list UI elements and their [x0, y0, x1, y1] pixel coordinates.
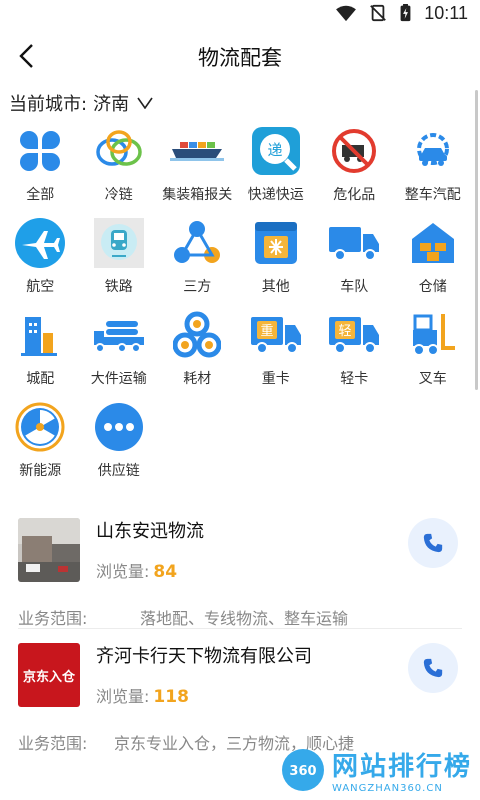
category-consumables[interactable]: 耗材 — [158, 306, 237, 398]
category-label: 三方 — [183, 279, 212, 295]
views-number: 118 — [153, 687, 189, 707]
category-label: 仓储 — [418, 279, 447, 295]
category-label: 车队 — [340, 279, 369, 295]
category-express[interactable]: 递 快递快运 — [237, 122, 316, 214]
category-heavy-transport[interactable]: 大件运输 — [80, 306, 159, 398]
scrollbar[interactable] — [475, 90, 478, 390]
battery-charging-icon — [400, 4, 411, 22]
category-grid: 全部 冷链 集装箱报关 递 快递快运 危化品 整车汽配 航空 铁路 三方 其他 … — [0, 122, 480, 490]
watermark: 360 网站排行榜 WANGZHAN360.CN — [280, 746, 472, 794]
category-label: 叉车 — [418, 371, 447, 387]
watermark-title: 网站排行榜 — [331, 752, 472, 782]
logo-360-icon: 360 — [281, 749, 324, 791]
consumables-icon — [170, 308, 224, 362]
category-forklift[interactable]: 叉车 — [394, 306, 473, 398]
cold-chain-icon — [92, 124, 146, 178]
category-label: 快递快运 — [247, 187, 304, 203]
list-item[interactable]: 山东安迅物流 浏览量: 84 业务范围: 落地配、专线物流、整车运输 — [0, 504, 480, 628]
heavy-truck-icon — [92, 308, 146, 362]
category-label: 新能源 — [19, 463, 62, 479]
warehouse-icon — [406, 216, 460, 270]
svg-text:递: 递 — [267, 141, 282, 159]
category-all[interactable]: 全部 — [1, 122, 80, 214]
category-label: 其他 — [261, 279, 290, 295]
call-button[interactable] — [408, 518, 458, 568]
category-label: 全部 — [26, 187, 55, 203]
category-warehouse[interactable]: 仓储 — [394, 214, 473, 306]
no-sim-icon — [370, 4, 387, 22]
category-light-card[interactable]: 轻 轻卡 — [315, 306, 394, 398]
heavy-card-icon: 重 — [249, 308, 303, 362]
category-label: 大件运输 — [90, 371, 147, 387]
phone-icon — [423, 658, 443, 678]
page-title: 物流配套 — [198, 46, 282, 70]
phone-icon — [423, 533, 443, 553]
category-label: 轻卡 — [340, 371, 369, 387]
radiation-icon — [13, 400, 67, 454]
svg-text:360: 360 — [289, 764, 316, 779]
category-label: 集装箱报关 — [162, 187, 233, 203]
category-label: 危化品 — [333, 187, 376, 203]
category-rail[interactable]: 铁路 — [80, 214, 159, 306]
category-other[interactable]: 其他 — [237, 214, 316, 306]
other-icon — [249, 216, 303, 270]
views-label: 浏览量: — [96, 687, 150, 706]
clock: 10:11 — [424, 2, 468, 23]
company-thumbnail — [18, 518, 80, 582]
wifi-icon — [336, 5, 357, 22]
category-new-energy[interactable]: 新能源 — [1, 398, 80, 490]
svg-text:重: 重 — [260, 323, 273, 339]
category-label: 航空 — [26, 279, 55, 295]
view-count: 浏览量: 118 — [96, 683, 462, 707]
express-icon: 递 — [249, 124, 303, 178]
share-icon — [170, 216, 224, 270]
title-bar: 物流配套 — [0, 26, 480, 88]
more-icon — [92, 400, 146, 454]
category-cold-chain[interactable]: 冷链 — [80, 122, 159, 214]
svg-text:轻: 轻 — [339, 324, 352, 339]
forklift-icon — [406, 308, 460, 362]
container-ship-icon — [170, 124, 225, 178]
views-number: 84 — [153, 562, 178, 582]
view-count: 浏览量: 84 — [96, 558, 462, 582]
views-label: 浏览量: — [96, 562, 150, 581]
car-parts-icon — [406, 124, 460, 178]
airplane-icon — [13, 216, 67, 270]
category-label: 城配 — [26, 371, 55, 387]
city-label: 当前城市: — [9, 94, 88, 115]
call-button[interactable] — [408, 643, 458, 693]
category-car-parts[interactable]: 整车汽配 — [394, 122, 473, 214]
category-container[interactable]: 集装箱报关 — [158, 122, 237, 214]
category-label: 铁路 — [104, 279, 133, 295]
category-label: 冷链 — [104, 187, 133, 203]
company-thumbnail: 京东入仓 — [18, 643, 80, 707]
light-card-icon: 轻 — [327, 308, 381, 362]
city-value: 济南 — [93, 94, 130, 115]
status-bar: 10:11 — [0, 0, 480, 26]
category-label: 供应链 — [97, 463, 140, 479]
watermark-url: WANGZHAN360.CN — [331, 783, 443, 794]
category-third-party[interactable]: 三方 — [158, 214, 237, 306]
chevron-down-icon — [137, 97, 153, 109]
clover-icon — [13, 124, 67, 178]
truck-icon — [327, 216, 381, 270]
category-fleet[interactable]: 车队 — [315, 214, 394, 306]
scope-label: 业务范围: — [18, 734, 88, 753]
back-arrow-icon[interactable] — [14, 42, 42, 70]
train-icon — [92, 216, 146, 270]
thumbnail-text: 京东入仓 — [22, 669, 75, 685]
hazmat-icon — [327, 124, 381, 178]
category-label: 整车汽配 — [404, 187, 461, 203]
category-heavy-card[interactable]: 重 重卡 — [237, 306, 316, 398]
category-label: 耗材 — [183, 371, 212, 387]
city-selector[interactable]: 当前城市: 济南 — [0, 88, 480, 118]
category-supply-chain[interactable]: 供应链 — [80, 398, 159, 490]
category-label: 重卡 — [261, 371, 290, 387]
category-hazmat[interactable]: 危化品 — [315, 122, 394, 214]
category-air[interactable]: 航空 — [1, 214, 80, 306]
city-delivery-icon — [13, 308, 67, 362]
category-city-delivery[interactable]: 城配 — [1, 306, 80, 398]
